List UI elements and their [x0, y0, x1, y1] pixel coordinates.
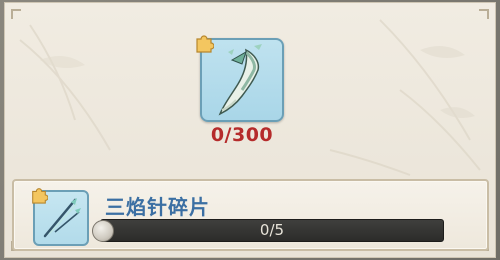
puzzle-piece-icon [196, 35, 214, 53]
blade-icon [218, 44, 262, 116]
main-item-count: 0/300 [210, 124, 274, 146]
puzzle-piece-icon [32, 188, 48, 204]
fragment-progress-text: 0/5 [259, 221, 285, 239]
fragment-name: 三焰针碎片 [105, 195, 210, 219]
